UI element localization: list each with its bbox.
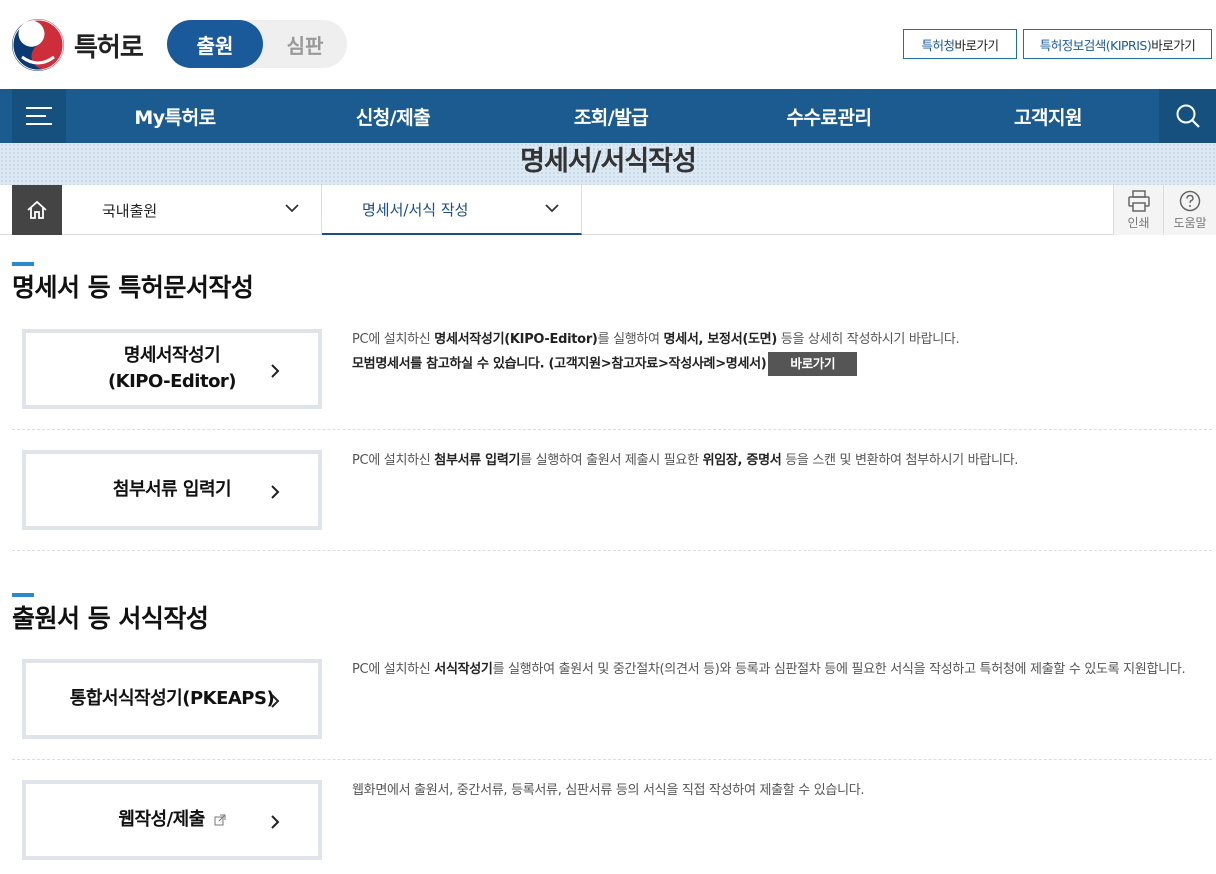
nav-item-fees[interactable]: 수수료관리 <box>720 89 938 143</box>
section-accent-bar <box>12 262 34 266</box>
breadcrumb-level1-label: 국내출원 <box>102 201 158 220</box>
web-submit-label: 웹작성/제출 <box>118 807 226 833</box>
chevron-right-icon <box>271 815 280 829</box>
nav-item-inquiry[interactable]: 조회/발급 <box>502 89 720 143</box>
attachment-input-description: PC에 설치하신 첨부서류 입력기를 실행하여 출원서 제출시 필요한 위임장,… <box>352 453 1019 468</box>
breadcrumb-level1-dropdown[interactable]: 국내출원 <box>62 185 322 235</box>
kipo-editor-label-line2: (KIPO-Editor) <box>107 371 237 392</box>
print-label: 인쇄 <box>1127 215 1150 230</box>
web-submit-text: 웹작성/제출 <box>118 808 205 830</box>
section-accent-bar <box>12 593 34 597</box>
web-submit-button[interactable]: 웹작성/제출 <box>22 780 322 860</box>
shortcut1-org: 특허청 <box>921 37 955 53</box>
nav-item-support[interactable]: 고객지원 <box>938 89 1158 143</box>
help-button[interactable]: 도움말 <box>1163 185 1216 235</box>
shortcut2-label: 바로가기 <box>1151 37 1196 53</box>
sample-spec-text: 모범명세서를 참고하실 수 있습니다. (고객지원>참고자료>작성사례>명세서) <box>352 356 767 372</box>
breadcrumb-level2-dropdown[interactable]: 명세서/서식 작성 <box>322 185 582 235</box>
pkeaps-description: PC에 설치하신 서식작성기를 실행하여 출원서 및 중간절차(의견서 등)와 … <box>352 662 1186 677</box>
menu-button[interactable] <box>12 89 66 143</box>
help-icon <box>1179 190 1201 211</box>
brand-name[interactable]: 특허로 <box>74 27 144 64</box>
external-link-icon <box>214 814 226 826</box>
section-title-forms: 출원서 등 서식작성 <box>12 604 209 633</box>
home-button[interactable] <box>12 185 62 235</box>
kipo-editor-desc-line2: 모범명세서를 참고하실 수 있습니다. (고객지원>참고자료>작성사례>명세서)… <box>352 351 1202 376</box>
section-title-documents: 명세서 등 특허문서작성 <box>12 273 254 302</box>
toggle-application[interactable]: 출원 <box>167 20 263 68</box>
chevron-right-icon <box>271 694 280 708</box>
government-logo-icon[interactable] <box>12 19 64 71</box>
nav-item-mypatent[interactable]: My특허로 <box>66 89 284 143</box>
attachment-input-label: 첨부서류 입력기 <box>112 478 232 500</box>
chevron-down-icon <box>545 204 559 213</box>
toggle-trial[interactable]: 심판 <box>263 20 347 68</box>
print-button[interactable]: 인쇄 <box>1113 185 1163 235</box>
kipo-editor-desc-line1: PC에 설치하신 명세서작성기(KIPO-Editor)를 실행하여 명세서, … <box>352 332 960 347</box>
web-submit-description: 웹화면에서 출원서, 중간서류, 등록서류, 심판서류 등의 서식을 직접 작성… <box>352 783 865 798</box>
pkeaps-button[interactable]: 통합서식작성기(PKEAPS) <box>22 659 322 739</box>
main-nav: My특허로 신청/제출 조회/발급 수수료관리 고객지원 <box>0 89 1216 143</box>
chevron-right-icon <box>271 364 280 378</box>
page-banner: 명세서/서식작성 <box>0 143 1216 185</box>
mode-toggle: 출원 심판 <box>167 20 347 68</box>
attachment-input-button[interactable]: 첨부서류 입력기 <box>22 450 322 530</box>
top-header: 특허로 출원 심판 특허청 바로가기 특허정보검색(KIPRIS) 바로가기 <box>0 0 1216 89</box>
help-label: 도움말 <box>1173 215 1207 230</box>
kipris-shortcut-link[interactable]: 특허정보검색(KIPRIS) 바로가기 <box>1023 29 1212 59</box>
pkeaps-label: 통합서식작성기(PKEAPS) <box>69 687 275 709</box>
kipo-shortcut-link[interactable]: 특허청 바로가기 <box>903 29 1017 59</box>
kipo-editor-button[interactable]: 명세서작성기 (KIPO-Editor) <box>22 329 322 409</box>
divider <box>12 429 1212 430</box>
shortcut2-org: 특허정보검색(KIPRIS) <box>1039 37 1152 53</box>
nav-item-apply[interactable]: 신청/제출 <box>284 89 502 143</box>
printer-icon <box>1127 189 1150 212</box>
breadcrumb: 국내출원 명세서/서식 작성 인쇄 도움말 <box>0 185 1216 235</box>
go-shortcut-button[interactable]: 바로가기 <box>768 351 858 376</box>
kipo-editor-label: 명세서작성기 (KIPO-Editor) <box>107 343 237 395</box>
shortcut1-label: 바로가기 <box>954 37 1000 53</box>
kipo-editor-label-line1: 명세서작성기 <box>123 344 221 366</box>
divider <box>12 759 1212 760</box>
kipo-editor-description: PC에 설치하신 명세서작성기(KIPO-Editor)를 실행하여 명세서, … <box>352 329 1202 376</box>
search-button[interactable] <box>1159 89 1216 143</box>
divider <box>12 550 1212 551</box>
hamburger-icon <box>26 107 52 125</box>
chevron-down-icon <box>285 204 299 213</box>
home-icon <box>27 200 47 219</box>
breadcrumb-level2-label: 명세서/서식 작성 <box>362 200 469 219</box>
chevron-right-icon <box>271 485 280 499</box>
search-icon <box>1176 104 1200 128</box>
page-title: 명세서/서식작성 <box>520 146 697 177</box>
